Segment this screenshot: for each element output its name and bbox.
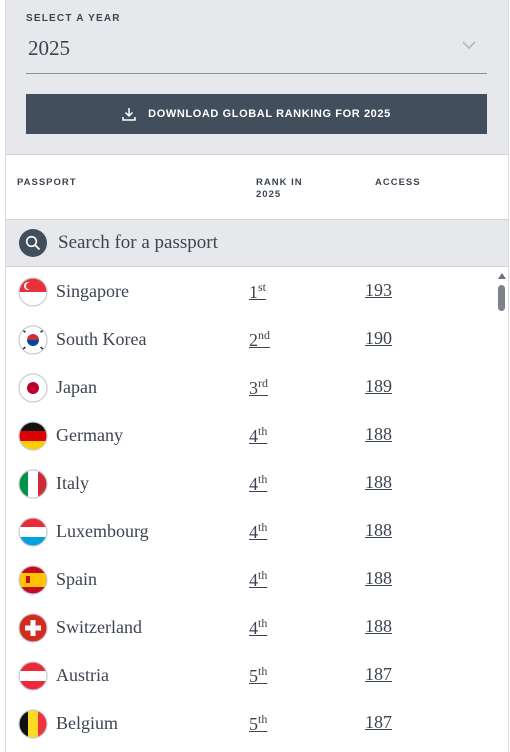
access-link[interactable]: 188 (365, 568, 392, 589)
country-name: Singapore (56, 281, 129, 301)
access-link[interactable]: 188 (365, 520, 392, 541)
country-name: Japan (56, 377, 97, 397)
country-name: Spain (56, 569, 98, 589)
belgium-flag-icon (18, 709, 48, 739)
rank-link[interactable]: 4th (249, 472, 267, 495)
switzerland-flag-icon (18, 613, 48, 643)
year-dropdown-value: 2025 (28, 36, 70, 60)
table-row[interactable]: Luxembourg 4th 188 (6, 508, 491, 556)
country-name: Luxembourg (56, 521, 149, 541)
passport-list: Singapore 1st 193 South Korea 2nd 190 Ja… (6, 267, 508, 752)
rank-link[interactable]: 2nd (249, 328, 270, 351)
country-name: Belgium (56, 713, 118, 733)
header-passport: PASSPORT (17, 177, 77, 188)
table-row[interactable]: Germany 4th 188 (6, 412, 491, 460)
access-link[interactable]: 189 (365, 376, 392, 397)
country-name: Italy (56, 473, 89, 493)
access-link[interactable]: 187 (365, 664, 392, 685)
rank-link[interactable]: 4th (249, 424, 267, 447)
luxembourg-flag-icon (18, 517, 48, 547)
rank-link[interactable]: 4th (249, 520, 267, 543)
germany-flag-icon (18, 421, 48, 451)
scroll-up-arrow-icon[interactable] (498, 273, 506, 279)
table-header: PASSPORT RANK IN 2025 ACCESS (6, 155, 508, 220)
country-name: Austria (56, 665, 109, 685)
country-name: Switzerland (56, 617, 142, 637)
italy-flag-icon (18, 469, 48, 499)
rank-link[interactable]: 5th (249, 712, 267, 735)
table-row[interactable]: Spain 4th 188 (6, 556, 491, 604)
access-link[interactable]: 188 (365, 616, 392, 637)
rank-link[interactable]: 3rd (249, 376, 268, 399)
table-row[interactable]: Austria 5th 187 (6, 652, 491, 700)
country-name: South Korea (56, 329, 147, 349)
country-name: Germany (56, 425, 123, 445)
rank-link[interactable]: 5th (249, 664, 267, 687)
south-korea-flag-icon (18, 325, 48, 355)
table-row[interactable]: Italy 4th 188 (6, 460, 491, 508)
austria-flag-icon (18, 661, 48, 691)
chevron-down-icon (462, 41, 476, 50)
japan-flag-icon (18, 373, 48, 403)
search-input[interactable] (58, 228, 478, 258)
header-rank-line2: 2025 (256, 189, 282, 200)
table-row[interactable]: Belgium 5th 187 (6, 700, 491, 748)
singapore-flag-icon (18, 277, 48, 307)
download-button-label: DOWNLOAD GLOBAL RANKING FOR 2025 (148, 108, 391, 120)
access-link[interactable]: 188 (365, 472, 392, 493)
header-rank-line1: RANK IN (256, 177, 303, 188)
header-access: ACCESS (375, 177, 421, 188)
download-ranking-button[interactable]: DOWNLOAD GLOBAL RANKING FOR 2025 (26, 94, 487, 134)
year-selector-section: SELECT A YEAR 2025 DOWNLOAD GLOBAL RANKI… (6, 0, 508, 155)
rank-link[interactable]: 4th (249, 568, 267, 591)
table-row[interactable]: South Korea 2nd 190 (6, 316, 491, 364)
search-icon[interactable] (19, 229, 47, 257)
access-link[interactable]: 187 (365, 712, 392, 733)
spain-flag-icon (18, 565, 48, 595)
download-icon (122, 108, 136, 121)
scrollbar-thumb[interactable] (498, 285, 505, 311)
access-link[interactable]: 188 (365, 424, 392, 445)
table-row[interactable]: Switzerland 4th 188 (6, 604, 491, 652)
search-bar (6, 220, 508, 267)
rank-link[interactable]: 1st (249, 280, 266, 303)
table-row[interactable]: Singapore 1st 193 (6, 268, 491, 316)
header-rank: RANK IN 2025 (256, 177, 303, 201)
passport-ranking-panel: SELECT A YEAR 2025 DOWNLOAD GLOBAL RANKI… (5, 0, 509, 752)
table-row[interactable]: Japan 3rd 189 (6, 364, 491, 412)
year-select-label: SELECT A YEAR (26, 13, 121, 24)
rank-link[interactable]: 4th (249, 616, 267, 639)
list-scrollbar[interactable] (496, 267, 508, 752)
year-dropdown[interactable]: 2025 (26, 30, 487, 74)
access-link[interactable]: 190 (365, 328, 392, 349)
access-link[interactable]: 193 (365, 280, 392, 301)
